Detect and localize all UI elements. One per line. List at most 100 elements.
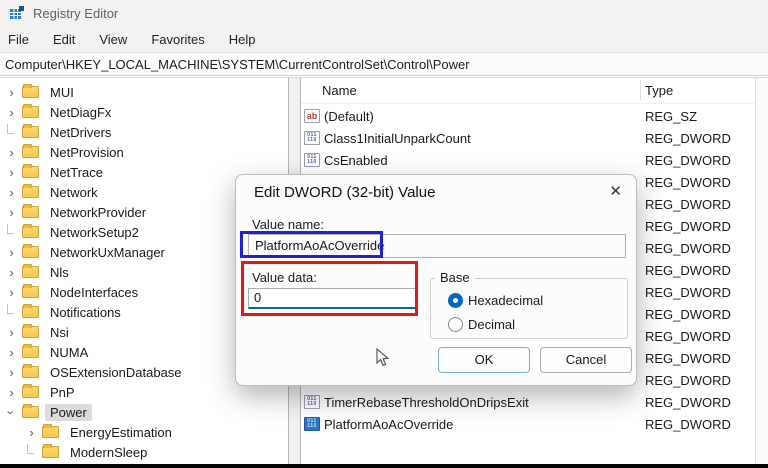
menu-bar: File Edit View Favorites Help	[0, 26, 768, 52]
tree-item-label: Nls	[50, 264, 69, 280]
tree-item-NetDiagFx[interactable]: › NetDiagFx	[0, 102, 288, 122]
menu-view[interactable]: View	[89, 29, 137, 50]
value-type: REG_DWORD	[645, 285, 731, 300]
list-item-Class1InitialUnparkCount[interactable]: 011 110 Class1InitialUnparkCount REG_DWORD	[301, 128, 755, 150]
tree-item-label: NetProvision	[50, 144, 124, 160]
value-data-label: Value data:	[252, 270, 317, 285]
folder-icon	[22, 84, 39, 98]
address-path: Computer\HKEY_LOCAL_MACHINE\SYSTEM\Curre…	[5, 56, 470, 72]
base-group-label: Base	[435, 270, 475, 285]
folder-icon	[22, 184, 39, 198]
tree-item-label: EnergyEstimation	[70, 424, 172, 440]
radio-unselected-icon[interactable]	[448, 317, 463, 332]
tree-item-label: Power	[45, 403, 92, 421]
list-item-(Default)[interactable]: ab (Default) REG_SZ	[301, 106, 755, 128]
cancel-button[interactable]: Cancel	[540, 347, 632, 373]
chevron-right-icon[interactable]: ›	[4, 184, 19, 200]
tree-item-label: PnP	[50, 384, 75, 400]
folder-icon	[22, 224, 39, 238]
menu-edit[interactable]: Edit	[43, 29, 85, 50]
folder-icon	[22, 364, 39, 378]
value-type: REG_DWORD	[645, 351, 731, 366]
value-name: CsEnabled	[324, 153, 388, 168]
chevron-right-icon[interactable]: ›	[4, 144, 19, 160]
value-type: REG_DWORD	[645, 329, 731, 344]
list-scrollbar[interactable]	[755, 78, 768, 464]
column-header-name[interactable]: Name	[322, 83, 357, 98]
chevron-right-icon[interactable]: ›	[4, 264, 19, 280]
folder-icon	[22, 344, 39, 358]
reg-string-value-icon: ab	[304, 109, 320, 123]
radio-decimal-label: Decimal	[468, 317, 515, 332]
close-icon[interactable]: ✕	[609, 182, 622, 200]
value-name: TimerRebaseThresholdOnDripsExit	[324, 395, 529, 410]
chevron-right-icon[interactable]: ›	[24, 424, 39, 440]
tree-item-ModernSleep[interactable]: ModernSleep	[0, 442, 288, 462]
value-name: PlatformAoAcOverride	[324, 417, 454, 432]
list-item-CsEnabled[interactable]: 011 110 CsEnabled REG_DWORD	[301, 150, 755, 172]
tree-item-NetDrivers[interactable]: NetDrivers	[0, 122, 288, 142]
tree-item-EnergyEstimation[interactable]: › EnergyEstimation	[0, 422, 288, 442]
tree-guide-line	[4, 124, 19, 140]
tree-item-Power[interactable]: › Power	[0, 402, 288, 422]
folder-icon	[22, 104, 39, 118]
chevron-right-icon[interactable]: ›	[4, 324, 19, 340]
tree-item-NetProvision[interactable]: › NetProvision	[0, 142, 288, 162]
value-type: REG_DWORD	[645, 241, 731, 256]
folder-icon	[22, 164, 39, 178]
ok-button[interactable]: OK	[438, 347, 530, 373]
chevron-right-icon[interactable]: ›	[4, 344, 19, 360]
radio-decimal[interactable]: Decimal	[448, 317, 515, 332]
radio-hexadecimal[interactable]: Hexadecimal	[448, 293, 543, 308]
tree-item-label: OSExtensionDatabase	[50, 364, 182, 380]
value-type: REG_DWORD	[645, 153, 731, 168]
folder-icon	[22, 324, 39, 338]
tree-item-label: Network	[50, 184, 98, 200]
title-bar: Registry Editor	[0, 0, 768, 26]
value-data-input[interactable]: 0	[248, 288, 416, 309]
folder-icon	[22, 264, 39, 278]
chevron-right-icon[interactable]: ›	[4, 364, 19, 380]
tree-item-label: NetworkSetup2	[50, 224, 139, 240]
value-type: REG_DWORD	[645, 219, 731, 234]
menu-file[interactable]: File	[0, 29, 39, 50]
menu-help[interactable]: Help	[219, 29, 266, 50]
list-header: Name Type	[301, 78, 755, 104]
registry-editor-app-icon	[10, 6, 24, 19]
chevron-right-icon[interactable]: ›	[4, 284, 19, 300]
column-separator[interactable]	[640, 80, 641, 100]
value-type: REG_DWORD	[645, 373, 731, 388]
list-item-TimerRebaseThresholdOnDripsExit[interactable]: 011 110 TimerRebaseThresholdOnDripsExit REG…	[301, 392, 755, 414]
chevron-right-icon[interactable]: ›	[4, 84, 19, 100]
folder-icon	[22, 204, 39, 218]
value-type: REG_DWORD	[645, 417, 731, 432]
value-type: REG_SZ	[645, 109, 698, 124]
menu-favorites[interactable]: Favorites	[141, 29, 214, 50]
edit-dword-dialog: Edit DWORD (32-bit) Value ✕ Value name: …	[235, 174, 637, 386]
value-type: REG_DWORD	[645, 395, 731, 410]
folder-icon	[22, 384, 39, 398]
chevron-down-icon[interactable]: ›	[4, 404, 19, 420]
chevron-right-icon[interactable]: ›	[4, 104, 19, 120]
reg-dword-value-icon: 011 110	[304, 153, 320, 167]
address-bar[interactable]: Computer\HKEY_LOCAL_MACHINE\SYSTEM\Curre…	[0, 52, 768, 76]
tree-item-label: NetDiagFx	[50, 104, 112, 120]
folder-icon	[22, 244, 39, 258]
tree-item-label: NetDrivers	[50, 124, 112, 140]
value-name-field[interactable]: PlatformAoAcOverride	[248, 234, 626, 258]
chevron-right-icon[interactable]: ›	[4, 384, 19, 400]
chevron-right-icon[interactable]: ›	[4, 244, 19, 260]
chevron-right-icon[interactable]: ›	[4, 204, 19, 220]
tree-guide-line	[24, 444, 39, 460]
reg-dword-value-icon: 011 110	[304, 131, 320, 145]
folder-icon	[42, 424, 59, 438]
tree-item-MUI[interactable]: › MUI	[0, 82, 288, 102]
reg-dword-value-icon: 011 110	[304, 395, 320, 409]
folder-icon	[42, 444, 59, 458]
column-header-type[interactable]: Type	[645, 83, 673, 98]
value-type: REG_DWORD	[645, 175, 731, 190]
radio-selected-icon[interactable]	[448, 293, 463, 308]
chevron-right-icon[interactable]: ›	[4, 164, 19, 180]
tree-item-label: Nsi	[50, 324, 69, 340]
list-item-PlatformAoAcOverride[interactable]: 011 110 PlatformAoAcOverride REG_DWORD	[301, 414, 755, 436]
